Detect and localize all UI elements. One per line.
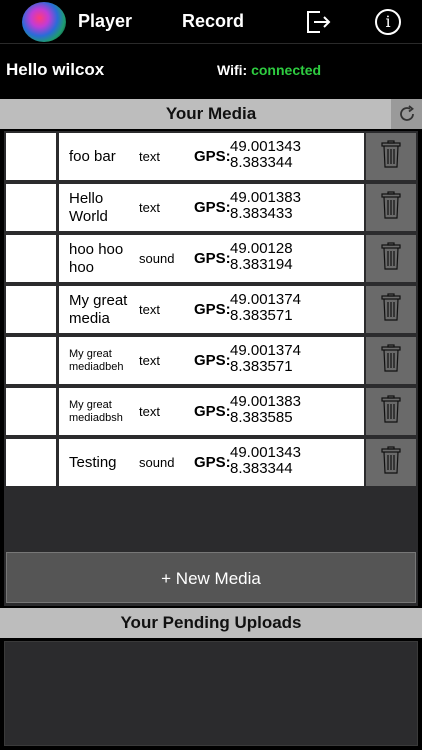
gps-label: GPS: <box>194 301 231 318</box>
trash-icon <box>381 446 401 479</box>
gps-latitude: 49.001343 <box>230 444 301 461</box>
your-media-header: Your Media <box>0 99 422 129</box>
media-type: text <box>139 302 160 317</box>
your-media-title: Your Media <box>165 104 257 123</box>
media-thumbnail[interactable] <box>6 439 56 486</box>
delete-button[interactable] <box>366 337 416 384</box>
gps-coordinates: 49.001383 8.383585 <box>230 394 301 426</box>
gps-label: GPS: <box>194 403 231 420</box>
media-title: My great mediadbsh <box>69 398 123 424</box>
gps-longitude: 8.383585 <box>230 409 293 426</box>
media-card[interactable]: My great mediadbsh text GPS: 49.001383 8… <box>59 388 364 435</box>
media-list: foo bar text GPS: 49.001343 8.383344 Hel… <box>4 131 418 606</box>
refresh-icon[interactable] <box>391 99 422 129</box>
delete-button[interactable] <box>366 286 416 333</box>
media-type: sound <box>139 251 175 266</box>
pending-uploads-list <box>4 641 418 746</box>
media-row[interactable]: My great mediadbeh text GPS: 49.001374 8… <box>4 335 418 386</box>
wifi-status-line: Wifi: connected <box>217 62 321 78</box>
delete-button[interactable] <box>366 388 416 435</box>
media-title: My great mediadbeh <box>69 347 124 373</box>
trash-icon <box>381 395 401 428</box>
gps-coordinates: 49.001343 8.383344 <box>230 445 301 477</box>
record-tab[interactable]: Record <box>182 11 244 32</box>
media-card[interactable]: My great mediadbeh text GPS: 49.001374 8… <box>59 337 364 384</box>
gps-label: GPS: <box>194 352 231 369</box>
gps-latitude: 49.001374 <box>230 291 301 308</box>
media-thumbnail[interactable] <box>6 337 56 384</box>
media-title: My great media <box>69 292 128 327</box>
gps-longitude: 8.383571 <box>230 307 293 324</box>
wifi-status-value: connected <box>251 62 322 78</box>
gps-label: GPS: <box>194 250 231 267</box>
delete-button[interactable] <box>366 184 416 231</box>
gps-longitude: 8.383344 <box>230 154 293 171</box>
media-card[interactable]: Testing sound GPS: 49.001343 8.383344 <box>59 439 364 486</box>
media-card[interactable]: foo bar text GPS: 49.001343 8.383344 <box>59 133 364 180</box>
gps-latitude: 49.001383 <box>230 393 301 410</box>
player-tab[interactable]: Player <box>78 11 132 32</box>
logout-icon[interactable] <box>304 8 332 36</box>
media-row[interactable]: hoo hoo hoo sound GPS: 49.00128 8.383194 <box>4 233 418 284</box>
wifi-label: Wifi: <box>217 62 248 78</box>
gps-label: GPS: <box>194 454 231 471</box>
trash-icon <box>381 242 401 275</box>
delete-button[interactable] <box>366 439 416 486</box>
gps-latitude: 49.001374 <box>230 342 301 359</box>
info-icon[interactable]: i <box>375 9 401 35</box>
gps-latitude: 49.001343 <box>230 138 301 155</box>
media-thumbnail[interactable] <box>6 184 56 231</box>
gps-coordinates: 49.001343 8.383344 <box>230 139 301 171</box>
pending-uploads-header: Your Pending Uploads <box>0 608 422 638</box>
media-type: text <box>139 404 160 419</box>
media-row[interactable]: Hello World text GPS: 49.001383 8.383433 <box>4 182 418 233</box>
gps-latitude: 49.001383 <box>230 189 301 206</box>
top-nav-bar: Player Record i <box>0 0 422 44</box>
delete-button[interactable] <box>366 133 416 180</box>
media-thumbnail[interactable] <box>6 235 56 282</box>
delete-button[interactable] <box>366 235 416 282</box>
media-title: Hello World <box>69 190 108 225</box>
media-card[interactable]: Hello World text GPS: 49.001383 8.383433 <box>59 184 364 231</box>
gps-coordinates: 49.001374 8.383571 <box>230 292 301 324</box>
gps-label: GPS: <box>194 199 231 216</box>
media-thumbnail[interactable] <box>6 133 56 180</box>
gps-label: GPS: <box>194 148 231 165</box>
gps-coordinates: 49.001374 8.383571 <box>230 343 301 375</box>
media-row[interactable]: foo bar text GPS: 49.001343 8.383344 <box>4 131 418 182</box>
media-thumbnail[interactable] <box>6 286 56 333</box>
trash-icon <box>381 293 401 326</box>
app-logo[interactable] <box>22 2 66 42</box>
gps-coordinates: 49.001383 8.383433 <box>230 190 301 222</box>
media-title: foo bar <box>69 147 116 165</box>
media-title: hoo hoo hoo <box>69 241 124 276</box>
gps-longitude: 8.383433 <box>230 205 293 222</box>
gps-longitude: 8.383194 <box>230 256 293 273</box>
media-card[interactable]: hoo hoo hoo sound GPS: 49.00128 8.383194 <box>59 235 364 282</box>
media-row[interactable]: Testing sound GPS: 49.001343 8.383344 <box>4 437 418 488</box>
greeting-text: Hello wilcox <box>6 60 105 79</box>
trash-icon <box>381 344 401 377</box>
media-thumbnail[interactable] <box>6 388 56 435</box>
media-row[interactable]: My great media text GPS: 49.001374 8.383… <box>4 284 418 335</box>
media-type: text <box>139 353 160 368</box>
media-type: text <box>139 200 160 215</box>
media-row[interactable]: My great mediadbsh text GPS: 49.001383 8… <box>4 386 418 437</box>
media-card[interactable]: My great media text GPS: 49.001374 8.383… <box>59 286 364 333</box>
gps-coordinates: 49.00128 8.383194 <box>230 241 293 273</box>
new-media-button[interactable]: + New Media <box>6 552 416 603</box>
gps-longitude: 8.383571 <box>230 358 293 375</box>
trash-icon <box>381 140 401 173</box>
trash-icon <box>381 191 401 224</box>
gps-longitude: 8.383344 <box>230 460 293 477</box>
media-type: text <box>139 149 160 164</box>
media-title: Testing <box>69 453 117 471</box>
gps-latitude: 49.00128 <box>230 240 293 257</box>
media-type: sound <box>139 455 175 470</box>
